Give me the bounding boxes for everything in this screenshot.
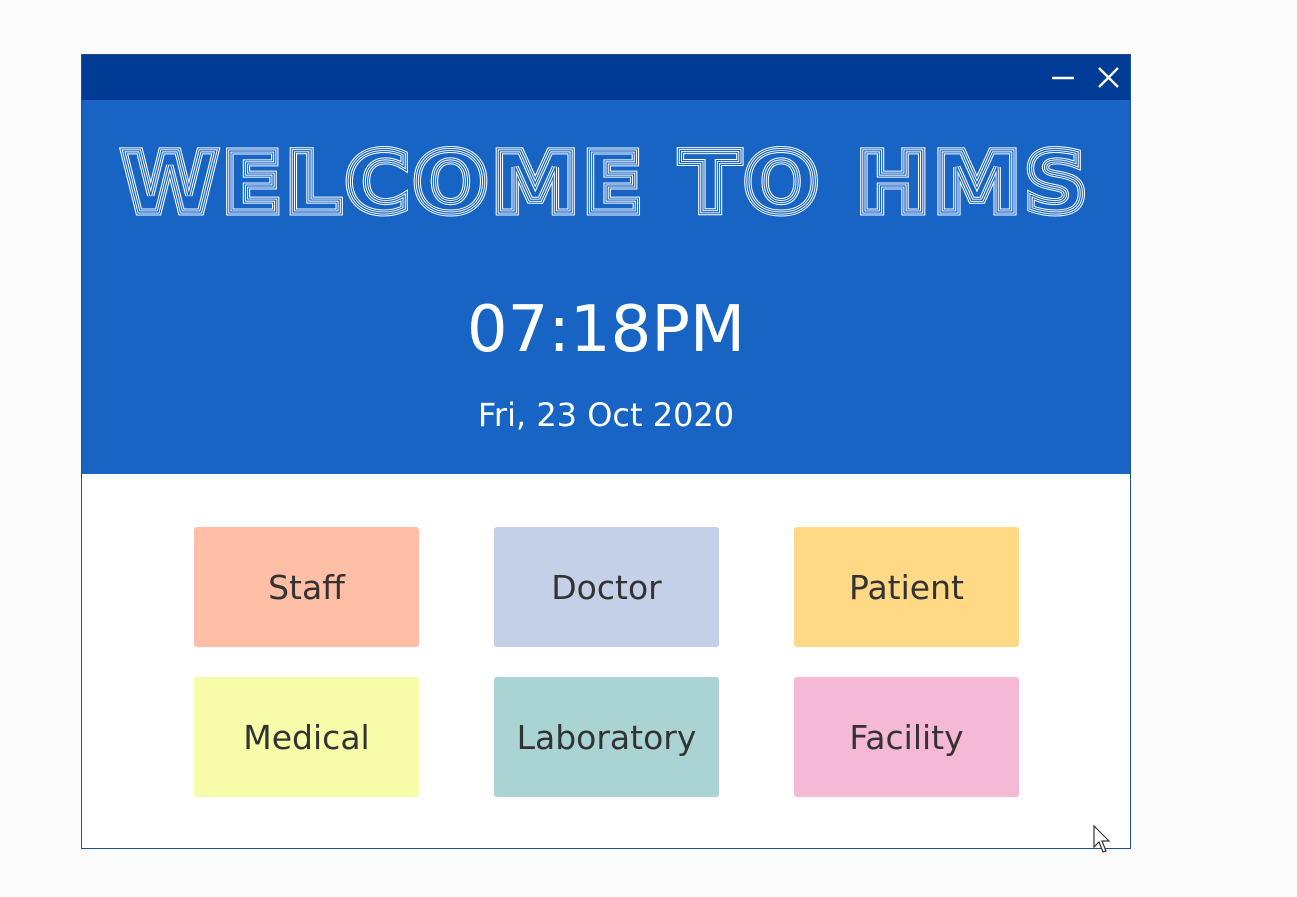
staff-button-label: Staff bbox=[268, 567, 345, 607]
facility-button-label: Facility bbox=[849, 717, 964, 757]
doctor-button[interactable]: Doctor bbox=[494, 527, 719, 647]
medical-button-label: Medical bbox=[243, 717, 370, 757]
welcome-title: Welcome to HMS Welcome to HMS Welcome to… bbox=[102, 130, 1110, 236]
laboratory-button-label: Laboratory bbox=[516, 717, 697, 757]
patient-button-label: Patient bbox=[849, 567, 964, 607]
doctor-button-label: Doctor bbox=[551, 567, 662, 607]
medical-button[interactable]: Medical bbox=[194, 677, 419, 797]
clock-time: 07:18PM bbox=[466, 293, 746, 367]
hms-window: Welcome to HMS Welcome to HMS Welcome to… bbox=[81, 54, 1131, 849]
clock-date: Fri, 23 Oct 2020 bbox=[477, 396, 735, 434]
close-button[interactable] bbox=[1093, 63, 1123, 93]
close-icon bbox=[1098, 67, 1119, 88]
facility-button[interactable]: Facility bbox=[794, 677, 1019, 797]
staff-button[interactable]: Staff bbox=[194, 527, 419, 647]
welcome-title-text: Welcome to HMS bbox=[121, 134, 1091, 230]
laboratory-button[interactable]: Laboratory bbox=[494, 677, 719, 797]
patient-button[interactable]: Patient bbox=[794, 527, 1019, 647]
header-banner: Welcome to HMS Welcome to HMS Welcome to… bbox=[82, 100, 1130, 474]
mouse-cursor-icon bbox=[1093, 825, 1111, 853]
title-bar bbox=[82, 55, 1130, 100]
minimize-button[interactable] bbox=[1048, 63, 1078, 93]
minimize-icon bbox=[1052, 76, 1074, 80]
